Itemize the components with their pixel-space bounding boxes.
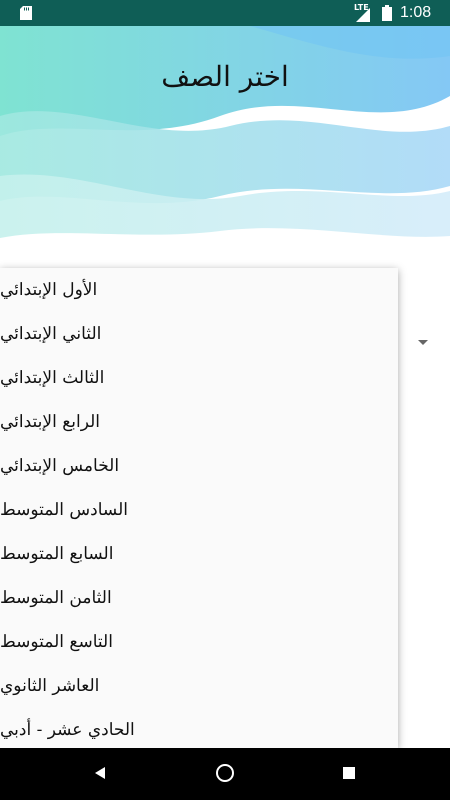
dropdown-item-label: الخامس الإبتدائي [0, 456, 120, 476]
dropdown-item-label: التاسع المتوسط [0, 632, 113, 652]
dropdown-item[interactable]: الأول الإبتدائي [0, 268, 398, 312]
dropdown-item[interactable]: الثامن المتوسط [0, 576, 398, 620]
dropdown-item-label: العاشر الثانوي [0, 676, 100, 696]
home-icon[interactable] [215, 763, 235, 783]
dropdown-item-label: السادس المتوسط [0, 500, 128, 520]
back-icon[interactable] [93, 766, 107, 780]
dropdown-item[interactable]: السادس المتوسط [0, 488, 398, 532]
signal-icon [356, 8, 370, 22]
recent-apps-icon[interactable] [343, 767, 355, 779]
dropdown-item[interactable]: الثاني الإبتدائي [0, 312, 398, 356]
dropdown-item-label: الثاني الإبتدائي [0, 324, 102, 344]
status-time: 1:08 [400, 4, 432, 21]
grade-dropdown-list: الأول الإبتدائي الثاني الإبتدائي الثالث … [0, 268, 398, 748]
dropdown-item[interactable]: التاسع المتوسط [0, 620, 398, 664]
sd-card-icon [20, 6, 32, 20]
dropdown-item[interactable]: العاشر الثانوي [0, 664, 398, 708]
header-wave-background [0, 26, 450, 246]
app-screen: LTE 1:08 اختر الصف الأول الإبتدائي الثان… [0, 0, 450, 800]
dropdown-item[interactable]: الثالث الإبتدائي [0, 356, 398, 400]
dropdown-item-label: السابع المتوسط [0, 544, 114, 564]
dropdown-item-label: الأول الإبتدائي [0, 280, 98, 300]
navigation-bar [0, 748, 450, 800]
dropdown-item[interactable]: الحادي عشر - أدبي [0, 708, 398, 748]
dropdown-item-label: الحادي عشر - أدبي [0, 720, 135, 740]
dropdown-arrow-icon[interactable] [418, 340, 428, 345]
dropdown-item[interactable]: السابع المتوسط [0, 532, 398, 576]
dropdown-item-label: الثامن المتوسط [0, 588, 112, 608]
dropdown-item[interactable]: الرابع الإبتدائي [0, 400, 398, 444]
battery-icon [382, 5, 392, 21]
status-bar: LTE 1:08 [0, 0, 450, 26]
dropdown-item-label: الرابع الإبتدائي [0, 412, 101, 432]
dropdown-item[interactable]: الخامس الإبتدائي [0, 444, 398, 488]
page-title: اختر الصف [161, 60, 289, 93]
dropdown-item-label: الثالث الإبتدائي [0, 368, 105, 388]
